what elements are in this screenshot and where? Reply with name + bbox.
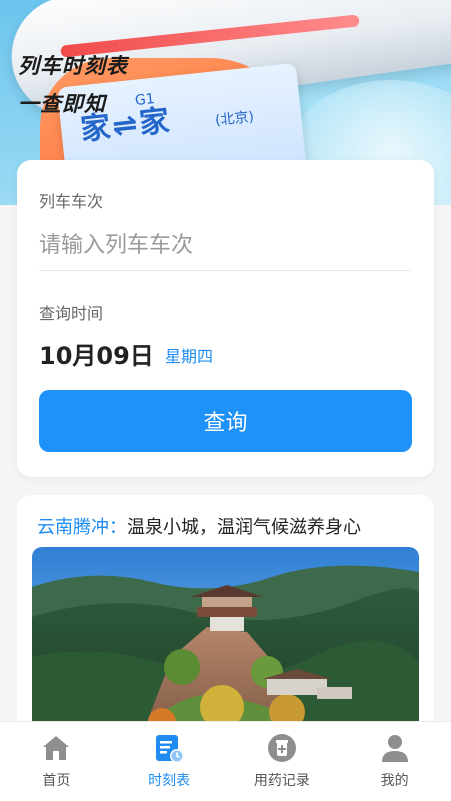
- input-divider: [39, 270, 411, 271]
- bottom-nav: 首页 时刻表 用药记录 我的: [0, 721, 451, 801]
- date-picker[interactable]: 10月09日: [39, 336, 154, 371]
- weekday-label: 星期四: [165, 347, 214, 366]
- medicine-icon: [266, 732, 298, 764]
- mountain-temple-image: [32, 547, 419, 735]
- destination-title: 云南腾冲：温泉小城，温润气候滋养身心: [37, 513, 361, 539]
- destination-desc: 温泉小城，温润气候滋养身心: [127, 517, 361, 538]
- nav-label-medicine: 用药记录: [253, 773, 310, 789]
- nav-item-profile[interactable]: 我的: [338, 722, 451, 801]
- train-number-label: 列车车次: [39, 192, 104, 211]
- query-time-label: 查询时间: [39, 304, 104, 323]
- destination-place: 云南腾冲：: [37, 517, 127, 538]
- ticket-sub: (北京): [214, 109, 255, 129]
- destination-photo[interactable]: [32, 547, 419, 735]
- nav-label-home: 首页: [42, 773, 71, 789]
- nav-item-timetable[interactable]: 时刻表: [113, 722, 226, 801]
- search-card: 列车车次 查询时间 10月09日 星期四 查询: [17, 160, 434, 477]
- destination-card[interactable]: 云南腾冲：温泉小城，温润气候滋养身心: [17, 495, 434, 735]
- train-number-input[interactable]: [39, 222, 411, 268]
- nav-item-home[interactable]: 首页: [0, 722, 113, 801]
- nav-item-medicine[interactable]: 用药记录: [226, 722, 339, 801]
- nav-label-timetable: 时刻表: [148, 773, 191, 789]
- home-icon: [40, 732, 72, 764]
- hero-subtitle: 一查即知: [18, 92, 106, 116]
- query-button[interactable]: 查询: [39, 390, 412, 452]
- timetable-icon: [153, 732, 185, 764]
- nav-label-profile: 我的: [380, 773, 409, 789]
- profile-icon: [379, 732, 411, 764]
- hero-title: 列车时刻表: [18, 54, 128, 78]
